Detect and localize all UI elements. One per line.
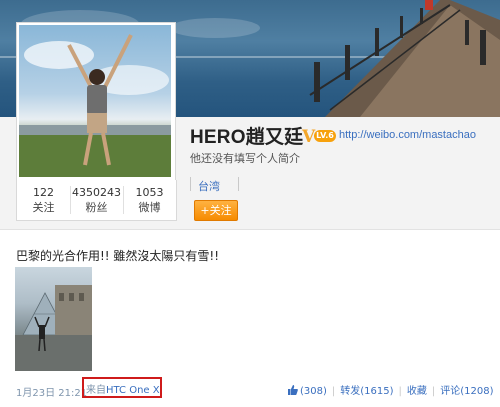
comment-button[interactable]: 评论(1208) [440, 386, 493, 397]
avatar-photo [19, 34, 171, 177]
stat-followers-value: 4350243 [72, 186, 121, 199]
post-actions: (308) | 转发(1615) | 收藏 | 评论(1208) [288, 382, 494, 397]
stat-following[interactable]: 122 关注 [17, 186, 70, 217]
profile-name: HERO趙又廷 [190, 127, 304, 148]
divider [238, 177, 239, 191]
post-text: 巴黎的光合作用!! 雖然沒太陽只有雪!! [16, 249, 220, 263]
stat-posts[interactable]: 1053 微博 [123, 186, 176, 217]
profile-stats: 122 关注 4350243 粉丝 1053 微博 [16, 180, 177, 221]
stat-followers-label: 粉丝 [85, 201, 108, 214]
cloud [170, 18, 260, 38]
source-app-link[interactable]: HTC One X [106, 385, 160, 396]
stat-followers[interactable]: 4350243 粉丝 [70, 186, 123, 217]
separator: | [431, 386, 436, 397]
post-photo [15, 285, 92, 371]
thumbs-up-icon [288, 385, 298, 395]
source-prefix: 来自 [86, 385, 106, 396]
like-button[interactable]: (308) [288, 385, 327, 397]
post-source: 来自HTC One X [86, 381, 160, 396]
stat-following-label: 关注 [32, 201, 55, 214]
avatar[interactable] [19, 25, 171, 177]
repost-button[interactable]: 转发(1615) [340, 386, 393, 397]
post-image[interactable] [15, 267, 92, 371]
profile-location-link[interactable]: 台湾 [198, 178, 220, 194]
separator: | [398, 386, 402, 397]
profile-bio: 他还没有填写个人简介 [190, 152, 300, 165]
stat-posts-value: 1053 [135, 186, 164, 199]
post-timestamp-link[interactable]: 1月23日 21:21 [16, 384, 87, 399]
level-badge-icon[interactable]: LV.6 [314, 130, 336, 142]
follow-button[interactable]: +关注 [194, 200, 238, 221]
profile-url-link[interactable]: http://weibo.com/mastachao [339, 129, 476, 141]
like-count: (308) [300, 386, 327, 397]
separator: | [331, 386, 336, 397]
pier-image [309, 0, 500, 117]
favorite-button[interactable]: 收藏 [407, 386, 427, 397]
stat-following-value: 122 [33, 186, 54, 199]
stat-posts-label: 微博 [138, 201, 161, 214]
divider [190, 177, 191, 191]
